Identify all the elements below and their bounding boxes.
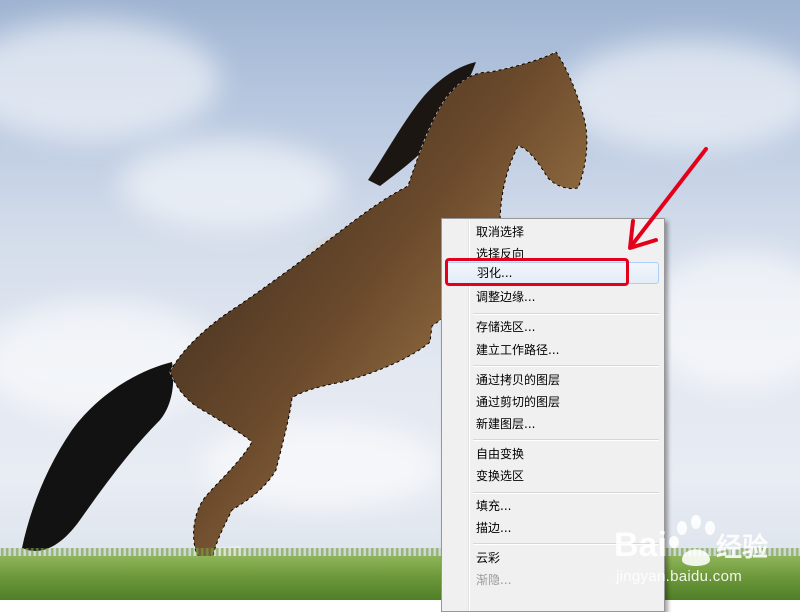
annotation-arrow-icon bbox=[628, 147, 708, 250]
svg-text:经验: 经验 bbox=[716, 532, 768, 563]
watermark-url: jingyan.baidu.com bbox=[616, 568, 743, 585]
baidu-watermark: Bai 经验 jingyan.baidu.com bbox=[612, 512, 792, 592]
svg-text:Bai: Bai bbox=[614, 526, 667, 564]
baidu-logo-icon: Bai 经验 bbox=[614, 515, 768, 566]
